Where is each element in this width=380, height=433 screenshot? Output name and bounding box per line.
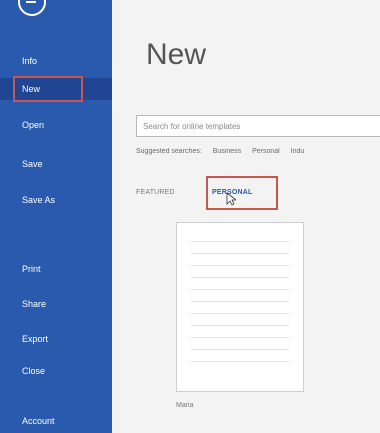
new-highlight-box: [13, 76, 83, 102]
page-title: New: [146, 38, 207, 71]
main-panel: New Suggested searches: Business Persona…: [112, 0, 380, 433]
thumbnail-line: [191, 313, 289, 314]
thumbnail-line: [191, 265, 289, 266]
suggested-searches: Suggested searches: Business Personal In…: [136, 148, 380, 162]
tab-featured[interactable]: FEATURED: [136, 187, 175, 199]
mouse-cursor-icon: [226, 192, 236, 206]
suggested-searches-label: Suggested searches:: [136, 148, 202, 155]
sidebar-item-share[interactable]: Share: [0, 293, 112, 315]
sidebar-item-account[interactable]: Account: [0, 410, 112, 432]
sidebar-item-print[interactable]: Print: [0, 258, 112, 280]
thumbnail-line: [191, 277, 289, 278]
suggested-link-industry[interactable]: Indu: [291, 148, 305, 155]
thumbnail-line: [191, 253, 289, 254]
thumbnail-line: [191, 289, 289, 290]
sidebar-item-open[interactable]: Open: [0, 114, 112, 136]
thumbnail-line: [191, 325, 289, 326]
sidebar-item-disabled: [0, 225, 112, 247]
sidebar-item-save-as[interactable]: Save As: [0, 189, 112, 211]
sidebar-item-save[interactable]: Save: [0, 153, 112, 175]
backstage-sidebar: Info New Open Save Save As Print Share E…: [0, 0, 112, 433]
suggested-link-business[interactable]: Business: [213, 148, 241, 155]
suggested-link-personal[interactable]: Personal: [252, 148, 280, 155]
search-box[interactable]: [136, 115, 380, 137]
sidebar-item-close[interactable]: Close: [0, 360, 112, 382]
sidebar-item-info[interactable]: Info: [0, 50, 112, 72]
template-name: Maria: [176, 402, 194, 409]
back-arrow-icon[interactable]: [18, 0, 46, 16]
thumbnail-line: [191, 361, 289, 362]
personal-highlight-box: [206, 176, 278, 210]
thumbnail-line: [191, 349, 289, 350]
thumbnail-line: [191, 301, 289, 302]
search-input[interactable]: [137, 116, 380, 137]
sidebar-item-export[interactable]: Export: [0, 328, 112, 350]
thumbnail-line: [191, 241, 289, 242]
thumbnail-line: [191, 337, 289, 338]
template-thumbnail[interactable]: [176, 222, 304, 392]
